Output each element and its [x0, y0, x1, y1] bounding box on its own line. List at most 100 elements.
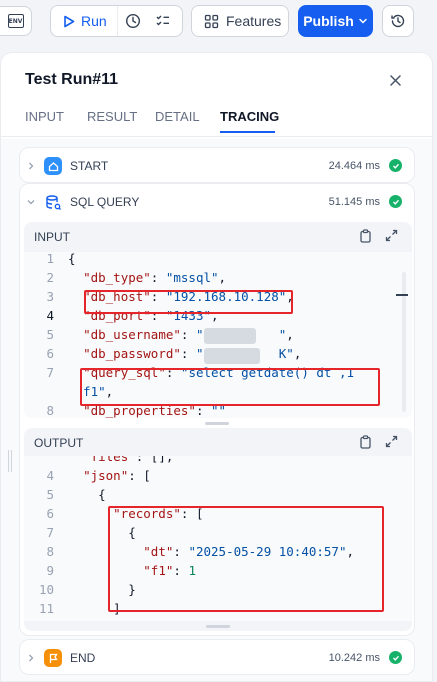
test-run-panel: Test Run#11 INPUT RESULT DETAIL TRACING …: [0, 52, 433, 682]
checklist-icon: [156, 15, 169, 26]
code-token: ,: [218, 270, 227, 285]
code-token: :: [150, 270, 166, 285]
chevron-right-icon[interactable]: [26, 653, 36, 663]
code-token: ,: [211, 308, 219, 323]
code-line: 4 "json": [: [24, 466, 412, 485]
features-label: Features: [226, 13, 282, 29]
success-check-icon: [389, 651, 402, 664]
copy-icon[interactable]: [359, 435, 372, 449]
trace-node-sql-query[interactable]: SQL QUERY 51.145 ms INPUT 1{2 "db_type":…: [19, 183, 415, 636]
code-text: "db_properties": "": [68, 401, 226, 418]
code-token: ,: [293, 346, 302, 361]
code-token: "1433": [165, 308, 212, 323]
node-name: START: [70, 159, 109, 173]
line-number: 1: [46, 252, 54, 266]
code-token: {: [68, 525, 136, 540]
code-token: "192.168.10.128": [165, 289, 287, 304]
code-line: 7 "query_sql": "select getdate() dt ,1: [24, 363, 412, 382]
redacted-username: [204, 328, 256, 344]
line-number: 2: [46, 270, 54, 285]
version-history-button[interactable]: [382, 5, 414, 37]
play-icon: [64, 15, 75, 27]
node-header[interactable]: SQL QUERY 51.145 ms: [20, 184, 414, 220]
copy-icon[interactable]: [359, 229, 372, 243]
node-name: SQL QUERY: [70, 195, 140, 209]
publish-button[interactable]: Publish: [298, 5, 373, 37]
run-button[interactable]: Run: [51, 6, 118, 36]
code-token: "select getdate() dt ,1: [180, 365, 355, 380]
node-duration: 51.145 ms: [328, 196, 380, 208]
tab-bar: INPUT RESULT DETAIL TRACING: [1, 109, 432, 137]
redacted-password: [204, 348, 260, 364]
code-token: :: [195, 403, 212, 418]
code-token: ,: [105, 384, 114, 399]
line-number: 5: [46, 327, 54, 342]
code-line: 8 "dt": "2025-05-29 10:40:57",: [24, 542, 412, 561]
code-text: "db_host": "192.168.10.128",: [68, 287, 294, 306]
output-resize-handle[interactable]: [206, 625, 230, 628]
scrollbar-thumb[interactable]: [396, 294, 408, 296]
code-token: "mssql": [165, 270, 219, 285]
close-button[interactable]: [386, 71, 404, 89]
code-text: "f1": 1: [68, 561, 196, 580]
features-grid-icon: [204, 14, 219, 28]
trace-node-start[interactable]: START 24.464 ms: [19, 147, 415, 183]
code-token: ,: [286, 327, 294, 342]
code-token: :: [173, 544, 189, 559]
line-number: 4: [46, 468, 54, 483]
input-panel: INPUT 1{2 "db_type": "mssql", 3 "db_host"…: [24, 222, 412, 418]
code-token: :: [165, 365, 181, 380]
code-token: :: [173, 563, 189, 578]
output-panel: OUTPUT "files": [], 4 "json": [5 {6 "reco…: [24, 428, 412, 631]
code-token: :: [180, 327, 196, 342]
tab-tracing[interactable]: TRACING: [220, 109, 279, 124]
input-resize-handle[interactable]: [205, 422, 229, 425]
tab-result[interactable]: RESULT: [87, 109, 137, 124]
code-line: 5 {: [24, 485, 412, 504]
line-number: 9: [46, 563, 54, 578]
node-duration: 24.464 ms: [328, 160, 380, 172]
chevron-right-icon[interactable]: [26, 161, 36, 171]
env-button[interactable]: ENV: [0, 6, 32, 36]
input-scrollbar[interactable]: [402, 272, 406, 412]
code-line: 9 "f1": 1: [24, 561, 412, 580]
clock-check-icon: [125, 13, 140, 29]
code-text: "db_password": " K",: [68, 344, 301, 363]
features-button[interactable]: Features: [191, 5, 289, 37]
line-number: 6: [46, 506, 54, 521]
history-icon: [391, 14, 405, 28]
trace-node-end[interactable]: END 10.242 ms: [19, 639, 415, 675]
code-token: "db_type": [83, 270, 151, 285]
line-number: 3: [46, 289, 54, 304]
line-number: 11: [38, 601, 54, 616]
code-token: :: [150, 289, 166, 304]
code-token: {: [68, 487, 106, 502]
output-code-editor[interactable]: "files": [], 4 "json": [5 {6 "records": […: [24, 456, 412, 621]
code-line: 8 "db_properties": "": [24, 401, 412, 418]
code-line: "files": [],: [24, 456, 412, 466]
line-number: 7: [46, 525, 54, 540]
run-history-button[interactable]: [118, 6, 148, 36]
node-duration: 10.242 ms: [328, 652, 380, 664]
panel-resize-grip[interactable]: [8, 450, 12, 472]
code-line: 3 "db_host": "192.168.10.128",: [24, 287, 412, 306]
tab-detail[interactable]: DETAIL: [155, 109, 200, 124]
active-tab-indicator: [220, 131, 275, 133]
code-text: {: [68, 252, 76, 268]
code-text: ]: [68, 599, 121, 618]
code-text: "query_sql": "select getdate() dt ,1: [68, 363, 354, 382]
tab-input[interactable]: INPUT: [25, 109, 64, 124]
success-check-icon: [389, 195, 402, 208]
expand-icon[interactable]: [385, 435, 398, 448]
code-token: ]: [68, 601, 121, 616]
checklist-button[interactable]: [148, 6, 178, 36]
chevron-down-icon[interactable]: [26, 197, 36, 207]
expand-icon[interactable]: [385, 229, 398, 242]
